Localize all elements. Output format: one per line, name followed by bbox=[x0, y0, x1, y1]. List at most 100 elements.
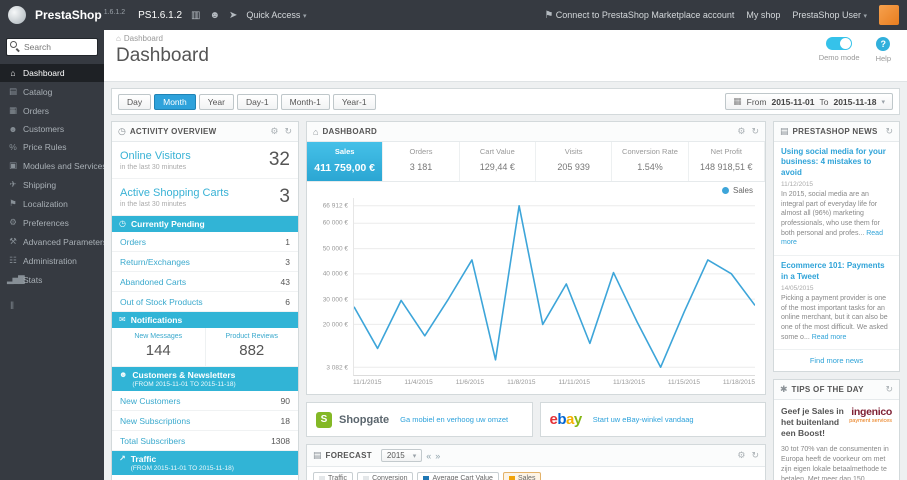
traffic-header: ↗ Traffic (FROM 2015-11-01 TO 2015-11-18… bbox=[112, 451, 298, 476]
notification-cell[interactable]: New Messages 144 bbox=[112, 328, 205, 366]
kpi-tile[interactable]: Net Profit 148 918,51 € bbox=[689, 142, 765, 181]
sidebar-item[interactable]: % Price Rules bbox=[0, 138, 104, 156]
customers-row[interactable]: New Subscriptions 18 bbox=[112, 411, 298, 432]
forecast-panel: ▤ FORECAST 2015 ▾ « » ⚙ ↻ Traffic Conver… bbox=[306, 444, 766, 480]
online-visitors-link[interactable]: Online Visitors bbox=[120, 150, 191, 162]
gear-icon[interactable]: ⚙ bbox=[737, 450, 745, 461]
find-more-news-link[interactable]: Find more news bbox=[774, 350, 899, 371]
refresh-icon[interactable]: ↻ bbox=[885, 384, 893, 395]
help-icon[interactable]: ? bbox=[876, 37, 891, 51]
date-range-button[interactable]: Year bbox=[198, 93, 234, 110]
pending-row[interactable]: Out of Stock Products 6 bbox=[112, 292, 298, 313]
sidebar-search bbox=[6, 37, 98, 56]
sidebar-item[interactable]: ✈ Shipping bbox=[0, 175, 104, 194]
pending-row[interactable]: Return/Exchanges 3 bbox=[112, 252, 298, 273]
news-headline-link[interactable]: Using social media for your business: 4 … bbox=[781, 147, 892, 178]
forecast-series-toggle[interactable]: Average Cart Value bbox=[417, 472, 499, 480]
notification-cell[interactable]: Product Reviews 882 bbox=[204, 328, 299, 367]
y-tick-label: 50 000 € bbox=[322, 245, 348, 253]
shopgate-module-ad[interactable]: S Shopgate Ga mobiel en verhoog uw omzet bbox=[306, 402, 533, 437]
search-icon bbox=[10, 41, 17, 48]
kpi-tile[interactable]: Cart Value 129,44 € bbox=[460, 142, 536, 181]
sidebar-item[interactable]: ▣ Modules and Services bbox=[0, 156, 104, 175]
ebay-module-ad[interactable]: ebay Start uw eBay-winkel vandaag bbox=[539, 402, 766, 437]
customers-row[interactable]: Total Subscribers 1308 bbox=[112, 431, 298, 452]
kpi-row: Sales 411 759,00 € Orders 3 181 Cart Val… bbox=[307, 142, 765, 182]
forecast-year-select[interactable]: 2015 ▾ bbox=[380, 449, 423, 462]
demo-mode-toggle[interactable] bbox=[826, 37, 853, 50]
kpi-tile[interactable]: Visits 205 939 bbox=[536, 142, 613, 181]
refresh-icon[interactable]: ↻ bbox=[885, 126, 893, 137]
user-menu-label: PrestaShop User bbox=[792, 10, 861, 20]
date-range-button[interactable]: Day bbox=[118, 93, 152, 110]
sidebar-item-label: Customers bbox=[23, 124, 65, 134]
chart-legend[interactable]: Sales bbox=[721, 186, 753, 195]
pending-row[interactable]: Orders 1 bbox=[112, 232, 298, 253]
marketplace-link[interactable]: ⚑ Connect to PrestaShop Marketplace acco… bbox=[544, 10, 734, 21]
sidebar-item[interactable]: ⚑ Localization bbox=[0, 194, 104, 213]
sidebar-collapse-button[interactable]: ‖ bbox=[0, 289, 104, 324]
date-range-button[interactable]: Year-1 bbox=[332, 93, 376, 110]
sidebar-item[interactable]: ⌂ Dashboard bbox=[0, 64, 104, 82]
date-range-button[interactable]: Day-1 bbox=[236, 93, 278, 110]
ebay-cta-link[interactable]: Start uw eBay-winkel vandaag bbox=[593, 415, 694, 424]
next-year-button[interactable]: » bbox=[435, 451, 440, 461]
forecast-series-toggle[interactable]: Conversion bbox=[357, 472, 414, 480]
kpi-tile[interactable]: Conversion Rate 1.54% bbox=[612, 142, 689, 181]
google-analytics-link[interactable]: ↗ Link to your Google Analytics account bbox=[112, 475, 298, 480]
sidebar-item[interactable]: ⚙ Preferences bbox=[0, 213, 104, 232]
pending-row[interactable]: Abandoned Carts 43 bbox=[112, 272, 298, 293]
active-carts-link[interactable]: Active Shopping Carts bbox=[120, 187, 229, 199]
my-shop-link[interactable]: My shop bbox=[746, 10, 780, 20]
sidebar-item[interactable]: ⚒ Advanced Parameters bbox=[0, 232, 104, 251]
forecast-series-toggle[interactable]: Sales bbox=[502, 472, 542, 480]
date-range-picker[interactable]: ▦ From 2015-11-01 To 2015-11-18 ▾ bbox=[725, 93, 893, 110]
date-range-button[interactable]: Month bbox=[154, 93, 196, 110]
sidebar-item-icon: ⚒ bbox=[9, 236, 17, 246]
ingenico-logo-text: ingenico bbox=[851, 406, 892, 419]
launch-icon[interactable]: ➤ bbox=[229, 10, 237, 21]
notifications-title: Notifications bbox=[130, 315, 183, 326]
user-menu[interactable]: PrestaShop User ▾ bbox=[792, 10, 867, 20]
shopgate-cta-link[interactable]: Ga mobiel en verhoog uw omzet bbox=[400, 415, 508, 424]
read-more-link[interactable]: Read more bbox=[812, 334, 847, 341]
gear-icon[interactable]: ⚙ bbox=[270, 126, 278, 137]
sidebar-item[interactable]: ☷ Administration bbox=[0, 251, 104, 270]
breadcrumb-label: Dashboard bbox=[123, 34, 163, 43]
search-input[interactable] bbox=[6, 38, 98, 56]
activity-overview-panel: ◷ ACTIVITY OVERVIEW ⚙ ↻ Online Visitors … bbox=[111, 121, 299, 480]
forecast-series-toggle[interactable]: Traffic bbox=[313, 472, 354, 480]
sidebar-item[interactable]: ☻ Customers bbox=[0, 120, 104, 138]
sidebar-item[interactable]: ▂▅▇ Stats bbox=[0, 270, 104, 289]
customers-row[interactable]: New Customers 90 bbox=[112, 391, 298, 412]
kpi-tile[interactable]: Orders 3 181 bbox=[383, 142, 460, 181]
date-range-button[interactable]: Month-1 bbox=[280, 93, 330, 110]
sidebar-item-label: Preferences bbox=[23, 217, 69, 228]
legend-dot-icon bbox=[721, 187, 729, 194]
gear-icon[interactable]: ⚙ bbox=[737, 126, 745, 137]
caret-down-icon: ▾ bbox=[863, 13, 867, 20]
news-date: 14/05/2015 bbox=[781, 284, 814, 292]
marketplace-label: Connect to PrestaShop Marketplace accoun… bbox=[555, 9, 735, 20]
news-headline-link[interactable]: Ecommerce 101: Payments in a Tweet bbox=[781, 261, 892, 282]
sidebar-item[interactable]: ▤ Catalog bbox=[0, 82, 104, 101]
user-avatar[interactable] bbox=[879, 5, 899, 25]
help-control: ? Help bbox=[876, 37, 891, 63]
sidebar-item[interactable]: ▦ Orders bbox=[0, 101, 104, 120]
person-icon[interactable]: ☻ bbox=[209, 10, 220, 21]
quick-access-menu[interactable]: Quick Access ▾ bbox=[246, 10, 306, 20]
chart-plot-area bbox=[353, 198, 755, 376]
refresh-icon[interactable]: ↻ bbox=[751, 450, 759, 461]
refresh-icon[interactable]: ↻ bbox=[284, 126, 292, 137]
kpi-tile[interactable]: Sales 411 759,00 € bbox=[307, 142, 384, 181]
page-title: Dashboard bbox=[116, 45, 209, 66]
shop-name-link[interactable]: PS1.6.1.2 bbox=[138, 10, 182, 21]
previous-year-button[interactable]: « bbox=[426, 451, 431, 461]
online-visitors-sub: in the last 30 minutes bbox=[120, 163, 187, 171]
series-color-swatch bbox=[363, 475, 370, 480]
y-tick-label: 66 912 € bbox=[322, 202, 348, 210]
refresh-icon[interactable]: ↻ bbox=[751, 126, 759, 137]
header-tools: Demo mode ? Help bbox=[819, 37, 891, 63]
cart-icon[interactable]: ▥ bbox=[191, 10, 200, 21]
sidebar-item-label: Catalog bbox=[23, 86, 53, 97]
